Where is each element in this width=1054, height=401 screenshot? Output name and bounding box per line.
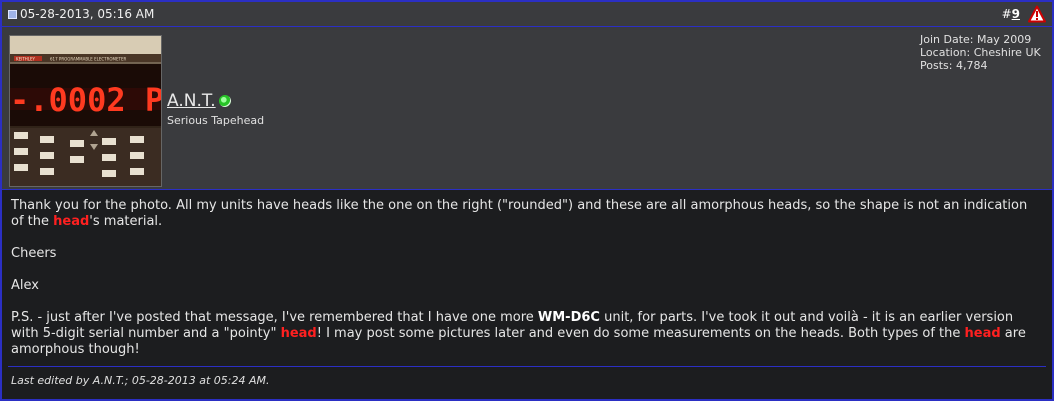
text-segment: ! I may post some pictures later and eve… <box>316 326 965 341</box>
avatar-brand-text: KEITHLEY <box>16 57 36 62</box>
online-status-icon <box>218 95 231 107</box>
user-info-bar: KEITHLEY 617 PROGRAMMABLE ELECTROMETER -… <box>2 27 1052 190</box>
post-status-icon <box>8 9 17 19</box>
paragraph-1: Thank you for the photo. All my units ha… <box>11 198 1043 230</box>
avatar-electrometer-image: KEITHLEY 617 PROGRAMMABLE ELECTROMETER -… <box>10 36 161 186</box>
post-number-link[interactable]: 9 <box>1012 7 1020 21</box>
highlight-keyword: head <box>53 214 90 229</box>
username-link[interactable]: A.N.T. <box>167 91 216 111</box>
text-segment: P.S. - just after I've posted that messa… <box>11 310 538 325</box>
post-count: Posts: 4,784 <box>920 59 988 72</box>
user-identity: A.N.T. Serious Tapehead <box>167 91 264 127</box>
post-timestamp: 05-28-2013, 05:16 AM <box>20 7 155 21</box>
highlight-keyword: head <box>280 326 317 341</box>
avatar-model-text: 617 PROGRAMMABLE ELECTROMETER <box>50 57 127 62</box>
user-stats: Join Date: May 2009 Location: Cheshire U… <box>920 33 1041 72</box>
paragraph-3: Alex <box>11 278 39 293</box>
edit-note: Last edited by A.N.T.; 05-28-2013 at 05:… <box>8 366 1046 387</box>
post-number: #9 <box>1002 7 1020 21</box>
bold-model-name: WM-D6C <box>537 310 600 325</box>
post-number-prefix: # <box>1001 7 1012 21</box>
text-segment: 's material. <box>89 214 163 229</box>
user-title: Serious Tapehead <box>167 114 265 127</box>
post-body: Thank you for the photo. All my units ha… <box>2 190 1052 358</box>
text-segment: Thank you for the photo. All my units ha… <box>11 198 1028 229</box>
user-location: Location: Cheshire UK <box>920 46 1041 59</box>
join-date: Join Date: May 2009 <box>920 33 1032 46</box>
post-header: 05-28-2013, 05:16 AM #9 <box>2 2 1052 27</box>
report-post-icon[interactable] <box>1028 5 1046 23</box>
paragraph-2: Cheers <box>11 246 57 261</box>
paragraph-4: P.S. - just after I've posted that messa… <box>11 310 1043 358</box>
highlight-keyword: head <box>964 326 1001 341</box>
forum-post: 05-28-2013, 05:16 AM #9 KEITHLEY 617 PRO… <box>0 0 1054 401</box>
user-avatar[interactable]: KEITHLEY 617 PROGRAMMABLE ELECTROMETER -… <box>9 35 162 187</box>
avatar-display-readout: -.0002 PA <box>10 81 161 119</box>
